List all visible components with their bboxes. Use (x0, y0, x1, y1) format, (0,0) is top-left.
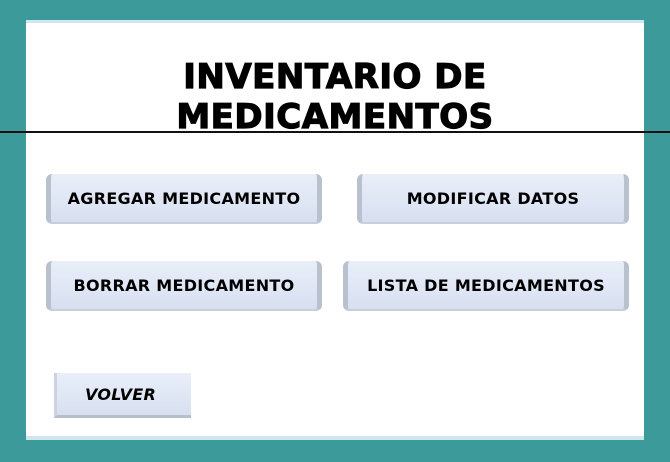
medication-list-button[interactable]: LISTA DE MEDICAMENTOS (343, 261, 629, 311)
page-title: INVENTARIO DE MEDICAMENTOS (176, 56, 494, 137)
delete-medication-button[interactable]: BORRAR MEDICAMENTO (46, 261, 322, 311)
add-medication-button[interactable]: AGREGAR MEDICAMENTO (46, 174, 322, 224)
title-divider (0, 131, 670, 133)
main-panel: INVENTARIO DE MEDICAMENTOS AGREGAR MEDIC… (0, 20, 670, 440)
back-button[interactable]: VOLVER (54, 373, 191, 418)
modify-data-button[interactable]: MODIFICAR DATOS (357, 174, 629, 224)
